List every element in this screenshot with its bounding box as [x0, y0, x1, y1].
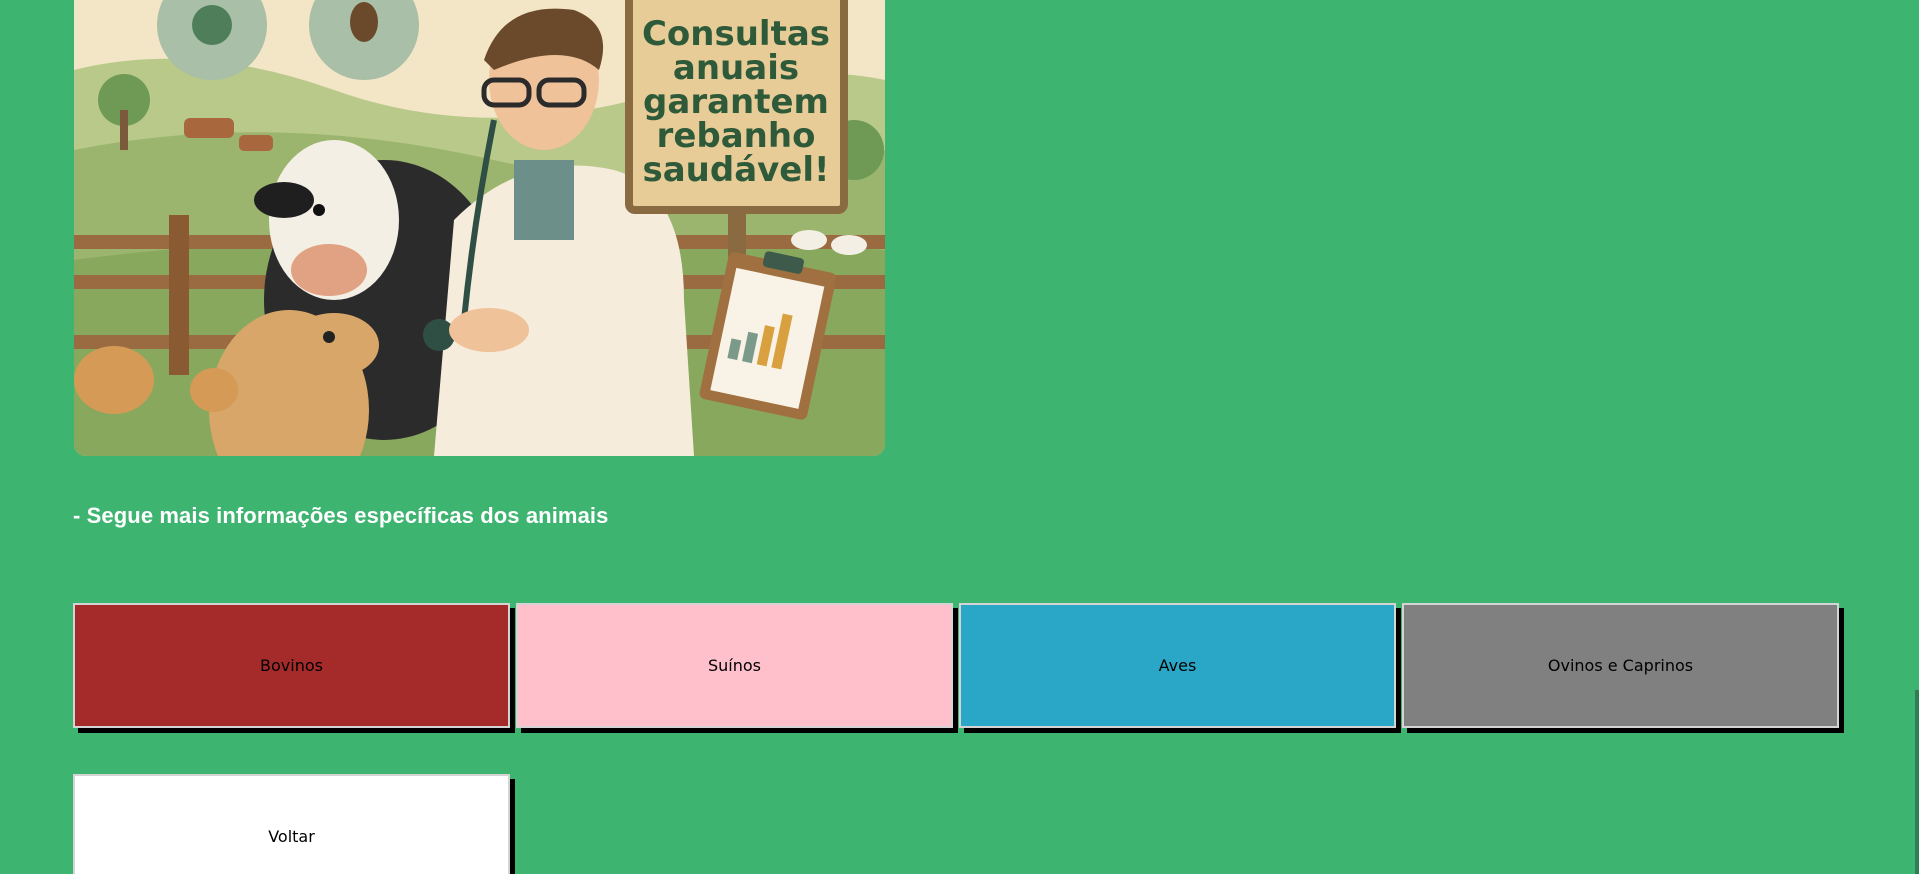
bovinos-button[interactable]: Bovinos — [73, 603, 510, 728]
suinos-button[interactable]: Suínos — [516, 603, 953, 728]
aves-button[interactable]: Aves — [959, 603, 1396, 728]
page: Consultas anuais garantem rebanho saudáv… — [0, 0, 1919, 874]
vet-illustration: Consultas anuais garantem rebanho saudáv… — [74, 0, 885, 456]
section-heading: - Segue mais informações específicas dos… — [73, 503, 609, 528]
voltar-button[interactable]: Voltar — [73, 774, 510, 874]
scrollbar[interactable] — [1915, 690, 1919, 874]
ovinos-caprinos-button[interactable]: Ovinos e Caprinos — [1402, 603, 1839, 728]
vet-illustration-image: Consultas anuais garantem rebanho saudáv… — [74, 0, 885, 456]
sign-line-5: saudável! — [642, 150, 829, 190]
